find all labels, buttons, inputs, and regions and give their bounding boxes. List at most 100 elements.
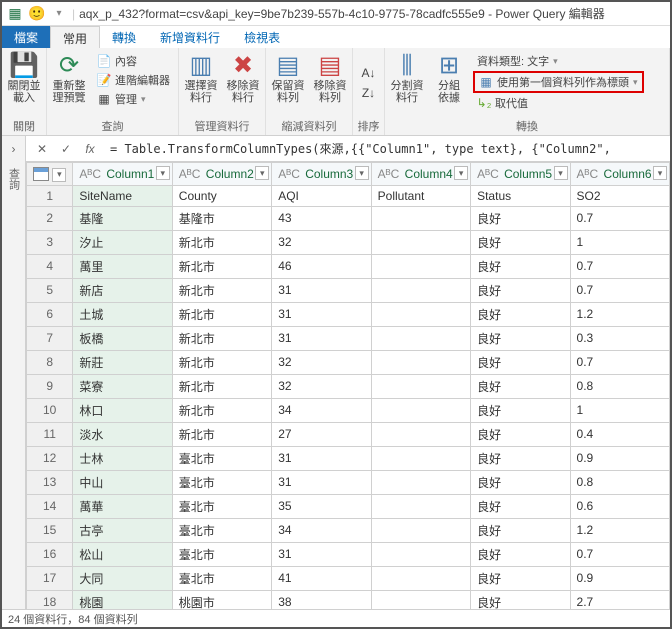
refresh-preview-button[interactable]: ⟳ 重新整 理預覽: [49, 50, 89, 106]
cell[interactable]: [371, 302, 470, 326]
row-number[interactable]: 7: [27, 326, 73, 350]
cell[interactable]: 新店: [73, 278, 172, 302]
cell[interactable]: 良好: [471, 446, 570, 470]
replace-values-button[interactable]: ↳₂取代值: [473, 94, 644, 112]
cell[interactable]: 新北市: [172, 230, 271, 254]
cell[interactable]: 0.7: [570, 278, 669, 302]
table-row[interactable]: 16松山臺北市31良好0.7: [27, 542, 670, 566]
cell[interactable]: [371, 566, 470, 590]
cell[interactable]: 1: [570, 230, 669, 254]
cell[interactable]: 新北市: [172, 326, 271, 350]
cell[interactable]: 31: [272, 302, 371, 326]
cell[interactable]: Status: [471, 185, 570, 206]
table-row[interactable]: 10林口新北市34良好1: [27, 398, 670, 422]
expand-queries-button[interactable]: ›: [12, 142, 16, 156]
row-number[interactable]: 14: [27, 494, 73, 518]
choose-columns-button[interactable]: ▥ 選擇資 料行: [181, 50, 221, 106]
cell[interactable]: 新北市: [172, 254, 271, 278]
table-row[interactable]: 14萬華臺北市35良好0.6: [27, 494, 670, 518]
formula-cancel-button[interactable]: ✕: [32, 139, 52, 159]
table-row[interactable]: 3汐止新北市32良好1: [27, 230, 670, 254]
cell[interactable]: 43: [272, 206, 371, 230]
cell[interactable]: [371, 278, 470, 302]
cell[interactable]: 良好: [471, 326, 570, 350]
table-row[interactable]: 4萬里新北市46良好0.7: [27, 254, 670, 278]
column-filter-button[interactable]: ▾: [554, 166, 568, 180]
cell[interactable]: 良好: [471, 398, 570, 422]
row-number[interactable]: 1: [27, 185, 73, 206]
column-header[interactable]: AᴮC Column2▾: [172, 163, 271, 186]
data-type-button[interactable]: 資料類型: 文字 ▾: [473, 52, 644, 70]
table-row[interactable]: 2基隆基隆市43良好0.7: [27, 206, 670, 230]
cell[interactable]: [371, 206, 470, 230]
cell[interactable]: 31: [272, 446, 371, 470]
cell[interactable]: 0.8: [570, 470, 669, 494]
cell[interactable]: 良好: [471, 230, 570, 254]
column-header[interactable]: AᴮC Column5▾: [471, 163, 570, 186]
cell[interactable]: SO2: [570, 185, 669, 206]
cell[interactable]: 臺北市: [172, 470, 271, 494]
cell[interactable]: 大同: [73, 566, 172, 590]
column-filter-button[interactable]: ▾: [156, 166, 170, 180]
remove-rows-button[interactable]: ▤ 移除資 料列: [310, 50, 350, 106]
cell[interactable]: 板橋: [73, 326, 172, 350]
cell[interactable]: 古亭: [73, 518, 172, 542]
row-number[interactable]: 4: [27, 254, 73, 278]
cell[interactable]: [371, 254, 470, 278]
cell[interactable]: 0.7: [570, 542, 669, 566]
cell[interactable]: [371, 518, 470, 542]
formula-text[interactable]: = Table.TransformColumnTypes(來源,{{"Colum…: [110, 140, 664, 157]
cell[interactable]: [371, 590, 470, 609]
row-number[interactable]: 17: [27, 566, 73, 590]
cell[interactable]: [371, 326, 470, 350]
cell[interactable]: [371, 398, 470, 422]
cell[interactable]: 良好: [471, 590, 570, 609]
cell[interactable]: 新北市: [172, 374, 271, 398]
row-number[interactable]: 15: [27, 518, 73, 542]
cell[interactable]: 1.2: [570, 518, 669, 542]
cell[interactable]: 32: [272, 230, 371, 254]
cell[interactable]: 34: [272, 518, 371, 542]
cell[interactable]: 臺北市: [172, 446, 271, 470]
row-number[interactable]: 5: [27, 278, 73, 302]
row-number[interactable]: 9: [27, 374, 73, 398]
qat-dropdown[interactable]: ▾: [50, 5, 68, 23]
table-row[interactable]: 18桃園桃園市38良好2.7: [27, 590, 670, 609]
cell[interactable]: 32: [272, 350, 371, 374]
cell[interactable]: [371, 470, 470, 494]
cell[interactable]: 1: [570, 398, 669, 422]
row-number[interactable]: 6: [27, 302, 73, 326]
cell[interactable]: 林口: [73, 398, 172, 422]
cell[interactable]: 2.7: [570, 590, 669, 609]
cell[interactable]: 桃園: [73, 590, 172, 609]
cell[interactable]: 新北市: [172, 398, 271, 422]
cell[interactable]: Pollutant: [371, 185, 470, 206]
row-number[interactable]: 8: [27, 350, 73, 374]
tab-transform[interactable]: 轉換: [100, 26, 148, 48]
cell[interactable]: 35: [272, 494, 371, 518]
cell[interactable]: 良好: [471, 566, 570, 590]
properties-button[interactable]: 📄內容: [93, 52, 174, 70]
row-number[interactable]: 11: [27, 422, 73, 446]
cell[interactable]: 臺北市: [172, 494, 271, 518]
cell[interactable]: 0.9: [570, 566, 669, 590]
cell[interactable]: 0.7: [570, 350, 669, 374]
cell[interactable]: 臺北市: [172, 566, 271, 590]
cell[interactable]: [371, 446, 470, 470]
cell[interactable]: 新北市: [172, 302, 271, 326]
row-number[interactable]: 18: [27, 590, 73, 609]
cell[interactable]: 良好: [471, 542, 570, 566]
cell[interactable]: 31: [272, 542, 371, 566]
select-all-corner[interactable]: ▾: [27, 163, 73, 186]
cell[interactable]: 中山: [73, 470, 172, 494]
tab-file[interactable]: 檔案: [2, 26, 50, 48]
cell[interactable]: 31: [272, 470, 371, 494]
cell[interactable]: [371, 542, 470, 566]
cell[interactable]: 32: [272, 374, 371, 398]
group-by-button[interactable]: ⊞ 分組 依據: [429, 50, 469, 106]
fx-icon[interactable]: fx: [80, 139, 100, 159]
cell[interactable]: 松山: [73, 542, 172, 566]
cell[interactable]: 1.2: [570, 302, 669, 326]
column-filter-button[interactable]: ▾: [454, 166, 468, 180]
cell[interactable]: 基隆市: [172, 206, 271, 230]
